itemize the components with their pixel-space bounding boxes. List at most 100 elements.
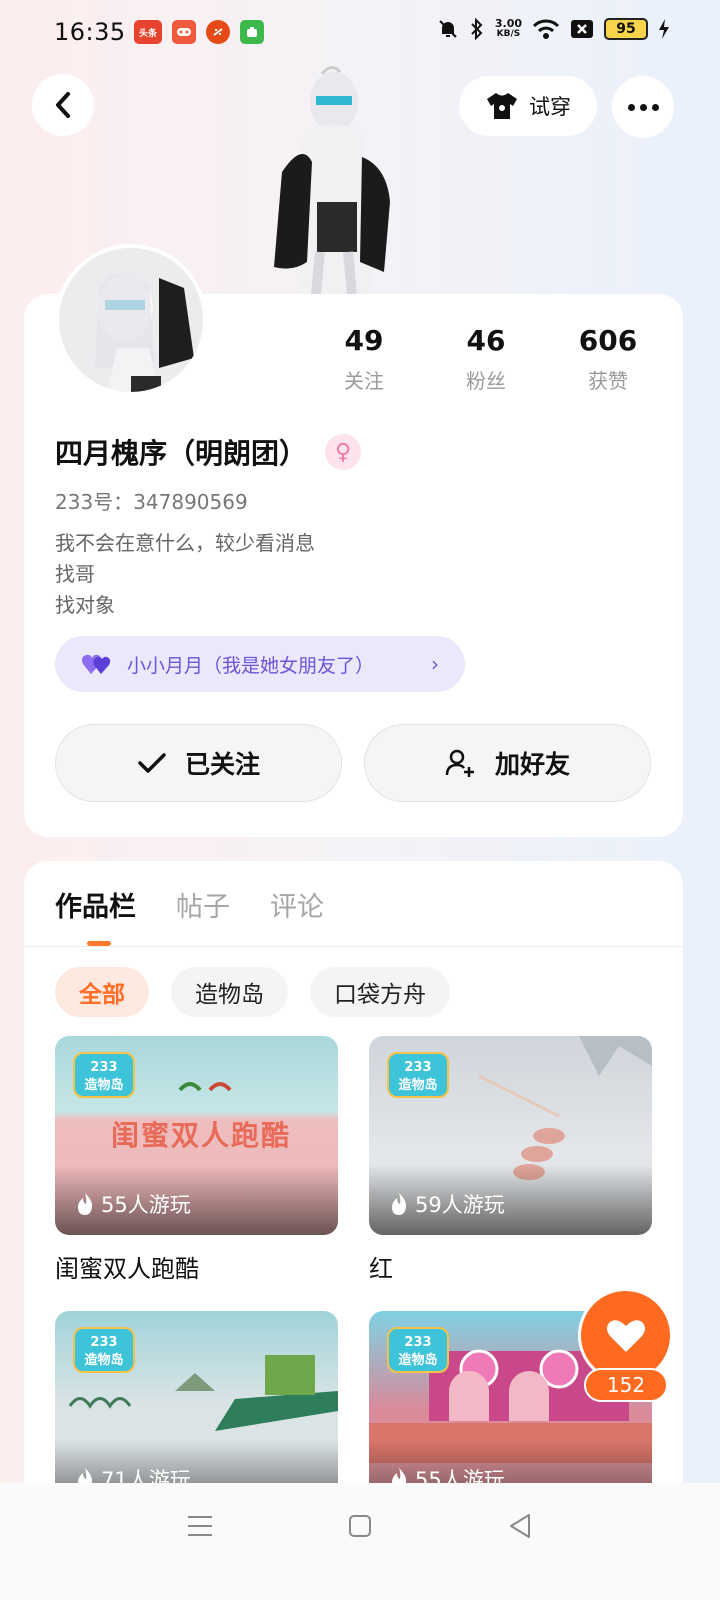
- store-app-icon: [240, 20, 264, 44]
- creation-island-logo: 233 造物岛: [73, 1327, 135, 1373]
- logo-text: 233: [90, 1335, 118, 1350]
- stat-value: 46: [466, 324, 506, 357]
- home-button[interactable]: [345, 1511, 375, 1541]
- filter-all[interactable]: 全部: [55, 967, 149, 1017]
- game-card[interactable]: 闺蜜双人跑酷 233 造物岛 55人游玩 闺蜜双人跑酷: [55, 1036, 338, 1284]
- stat-value: 49: [344, 324, 384, 357]
- stat-label: 粉丝: [466, 369, 506, 393]
- user-id-label: 233号：: [55, 490, 134, 514]
- game-card[interactable]: 233 造物岛 59人游玩 红: [369, 1036, 652, 1284]
- menu-icon: [188, 1516, 212, 1536]
- try-on-button[interactable]: 试穿: [459, 76, 597, 136]
- shop-app-icon: [206, 20, 230, 44]
- double-heart-icon: [82, 654, 111, 674]
- logo-text: 造物岛: [84, 1353, 124, 1368]
- bio-line: 找哥: [55, 562, 95, 586]
- game-thumbnail: 233 造物岛 59人游玩: [369, 1036, 652, 1235]
- logo-text: 233: [404, 1335, 432, 1350]
- following-button[interactable]: 已关注: [55, 724, 342, 802]
- bio-line: 找对象: [55, 593, 115, 617]
- chevron-left-icon: [56, 92, 70, 118]
- cp-relation-tag[interactable]: 小小月月（我是她女朋友了） ›: [55, 636, 465, 692]
- back-button[interactable]: [32, 74, 94, 136]
- tab-posts[interactable]: 帖子: [176, 885, 230, 924]
- more-dots-icon: [627, 103, 635, 111]
- stat-followers[interactable]: 46 粉丝: [430, 324, 542, 394]
- status-bar: 16:35 头条 3.00 KB/S 95: [0, 0, 720, 64]
- network-speed: 3.00 KB/S: [495, 18, 522, 40]
- profile-stats: 49 关注 46 粉丝 606 获赞: [308, 324, 664, 394]
- female-icon: ♀: [325, 434, 362, 470]
- tab-divider: [24, 946, 683, 947]
- stat-value: 606: [578, 324, 638, 357]
- filter-chips: 全部 造物岛 口袋方舟: [55, 967, 450, 1017]
- status-indicators: 3.00 KB/S 95: [437, 18, 670, 40]
- charging-icon: [659, 19, 669, 39]
- logo-text: 233: [404, 1060, 432, 1075]
- game-title: 红: [369, 1255, 393, 1283]
- creation-island-logo: 233 造物岛: [387, 1327, 449, 1373]
- no-sim-icon: [571, 20, 593, 38]
- profile-actions: 已关注 加好友: [55, 724, 651, 802]
- game-app-icon: [172, 20, 196, 44]
- game-thumbnail: 闺蜜双人跑酷 233 造物岛 55人游玩: [55, 1036, 338, 1235]
- user-id-value: 347890569: [133, 490, 248, 514]
- play-count: 55人游玩: [75, 1189, 191, 1219]
- bio-line: 我不会在意什么，较少看消息: [55, 531, 315, 555]
- logo-text: 造物岛: [398, 1078, 438, 1093]
- creation-island-logo: 233 造物岛: [73, 1052, 135, 1098]
- game-thumbnail: 233 造物岛 71人游玩: [55, 1311, 338, 1510]
- logo-text: 造物岛: [84, 1078, 124, 1093]
- play-count-text: 55人游玩: [101, 1193, 191, 1217]
- tab-works[interactable]: 作品栏: [55, 885, 136, 924]
- square-icon: [349, 1515, 371, 1537]
- more-options-button[interactable]: [612, 76, 674, 138]
- mute-bell-icon: [439, 20, 457, 38]
- creation-island-logo: 233 造物岛: [387, 1052, 449, 1098]
- bluetooth-icon: [471, 18, 483, 40]
- like-count-badge: 152: [584, 1368, 668, 1402]
- tshirt-icon: [487, 93, 517, 119]
- flame-icon: [78, 1193, 93, 1215]
- stat-likes[interactable]: 606 获赞: [552, 324, 664, 394]
- check-icon: [138, 753, 166, 773]
- logo-text: 233: [90, 1060, 118, 1075]
- news-app-icon: 头条: [134, 20, 162, 44]
- flame-icon: [392, 1193, 407, 1215]
- stat-following[interactable]: 49 关注: [308, 324, 420, 394]
- add-user-icon: [445, 749, 474, 777]
- following-label: 已关注: [184, 750, 260, 779]
- avatar-image: [59, 248, 203, 392]
- system-nav-bar: [0, 1483, 720, 1600]
- thumbnail-overlay-text: 闺蜜双人跑酷: [111, 1119, 292, 1152]
- status-time: 16:35: [54, 18, 126, 46]
- recents-button[interactable]: [185, 1511, 215, 1541]
- system-back-button[interactable]: [505, 1511, 535, 1541]
- speed-value: 3.00: [494, 17, 522, 30]
- game-card[interactable]: 233 造物岛 71人游玩: [55, 1311, 338, 1510]
- stat-label: 关注: [344, 369, 384, 393]
- add-friend-label: 加好友: [494, 750, 570, 779]
- avatar[interactable]: [55, 244, 207, 396]
- content-tabs: 作品栏 帖子 评论: [55, 885, 324, 924]
- avatar-3d-figure: [262, 62, 402, 295]
- more-dot: [651, 103, 659, 111]
- game-title: 闺蜜双人跑酷: [55, 1255, 199, 1283]
- cp-relation-label: 小小月月（我是她女朋友了）: [127, 654, 375, 677]
- logo-text: 造物岛: [398, 1353, 438, 1368]
- try-on-label: 试穿: [529, 95, 571, 119]
- user-id[interactable]: 233号：347890569: [55, 486, 248, 515]
- filter-creation-island[interactable]: 造物岛: [171, 967, 288, 1017]
- battery-indicator: 95: [604, 18, 648, 40]
- chevron-right-icon: ›: [431, 652, 439, 676]
- play-count: 59人游玩: [389, 1189, 505, 1219]
- tab-comments[interactable]: 评论: [270, 885, 324, 924]
- filter-pocket-ark[interactable]: 口袋方舟: [310, 967, 450, 1017]
- works-card: 作品栏 帖子 评论 全部 造物岛 口袋方舟 闺蜜双人跑酷 233 造物岛 55人游…: [24, 861, 683, 1561]
- heart-icon: [606, 1319, 645, 1352]
- triangle-back-icon: [510, 1514, 530, 1538]
- status-app-icons: 头条: [134, 20, 264, 44]
- add-friend-button[interactable]: 加好友: [364, 724, 651, 802]
- username: 四月槐序（明朗团）: [55, 437, 308, 470]
- username-row: 四月槐序（明朗团） ♀: [55, 432, 362, 472]
